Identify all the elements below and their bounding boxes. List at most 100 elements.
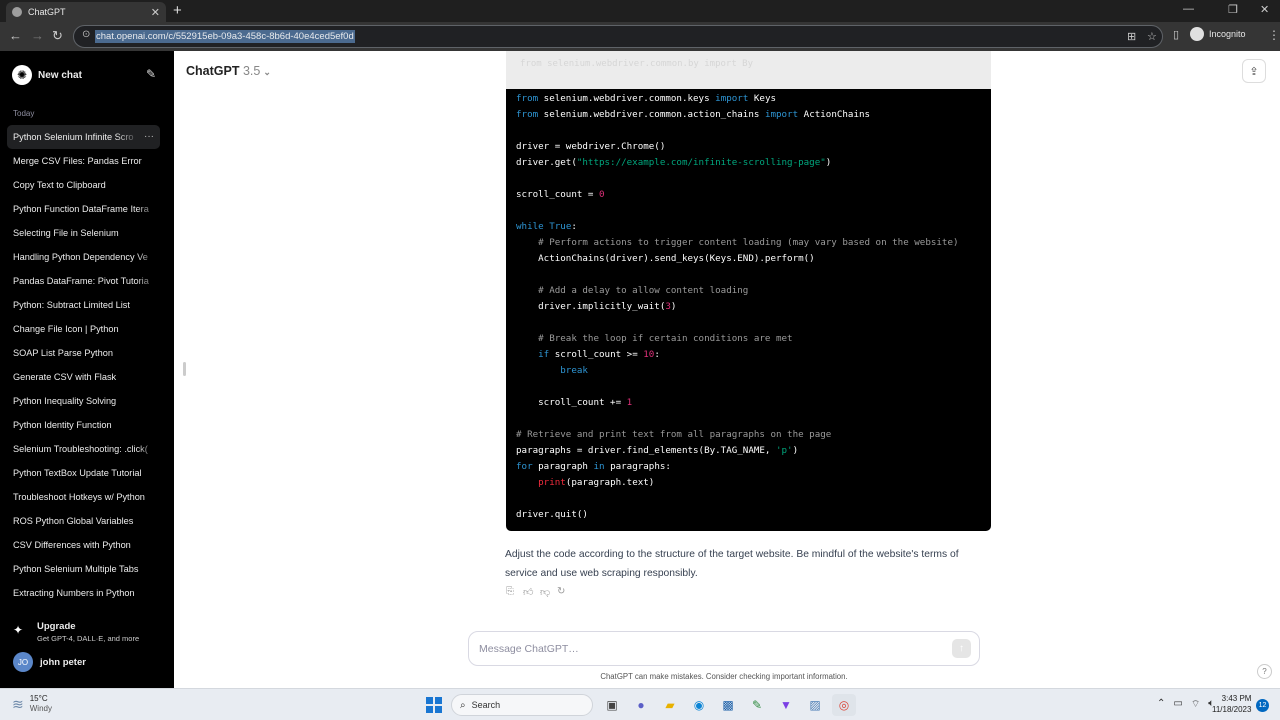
- notepad-icon[interactable]: ✎: [745, 694, 769, 716]
- upgrade-button[interactable]: ✦ Upgrade Get GPT-4, DALL·E, and more: [13, 621, 139, 643]
- sparkle-icon: ✦: [13, 623, 24, 637]
- sidebar-item-label: Change File Icon | Python: [13, 324, 119, 334]
- store-icon[interactable]: ▩: [716, 694, 740, 716]
- model-selector[interactable]: ChatGPT 3.5 ⌄: [186, 64, 271, 78]
- code-line: # Retrieve and print text from all parag…: [516, 427, 981, 443]
- sidebar-item[interactable]: Pandas DataFrame: Pivot Tutoria: [7, 269, 160, 293]
- sidebar-item[interactable]: Selecting File in Selenium: [7, 221, 160, 245]
- openai-logo-icon: ✺: [12, 65, 32, 85]
- sidebar-item[interactable]: Handling Python Dependency Ve: [7, 245, 160, 269]
- code-token: :: [654, 349, 660, 360]
- new-tab-button[interactable]: +: [173, 2, 182, 19]
- sidebar-item-label: Python Function DataFrame Itera: [13, 204, 149, 214]
- chevron-up-icon[interactable]: ⌃: [1157, 698, 1165, 711]
- code-token: break: [560, 365, 588, 376]
- browser-tab-strip: ChatGPT ✕ + — ❐ ✕: [0, 0, 1280, 22]
- notification-badge[interactable]: 12: [1256, 699, 1269, 712]
- browser-tab[interactable]: ChatGPT ✕: [6, 2, 166, 22]
- sidebar-item[interactable]: Python Identity Function: [7, 413, 160, 437]
- sidebar-resize-handle[interactable]: [183, 362, 186, 376]
- file-explorer-icon[interactable]: ▰: [658, 694, 682, 716]
- sidebar-item[interactable]: CSV Differences with Python: [7, 533, 160, 557]
- sidebar-item-label: Python Selenium Multiple Tabs: [13, 564, 139, 574]
- sidebar-item[interactable]: Python: Subtract Limited List: [7, 293, 160, 317]
- code-block: from selenium.webdriver.common.keys impo…: [506, 89, 991, 531]
- minimize-button[interactable]: —: [1183, 3, 1194, 15]
- sidebar-item[interactable]: Change File Icon | Python: [7, 317, 160, 341]
- window-close-button[interactable]: ✕: [1260, 3, 1269, 16]
- chrome-icon[interactable]: ◎: [832, 694, 856, 716]
- weather-widget[interactable]: ≋ 15°C Windy: [12, 694, 52, 714]
- browser-toolbar: ← → ↻ ⊙ chat.openai.com/c/552915eb-09a3-…: [0, 22, 1280, 51]
- thumbs-up-icon[interactable]: 👍︎: [523, 586, 540, 600]
- code-line: from selenium.webdriver.common.action_ch…: [516, 107, 981, 123]
- sidebar-item[interactable]: Python TextBox Update Tutorial: [7, 461, 160, 485]
- teams-icon[interactable]: ●: [629, 694, 653, 716]
- app-icon[interactable]: ▼: [774, 694, 798, 716]
- thumbs-down-icon[interactable]: 👎︎: [540, 586, 557, 600]
- message-input[interactable]: [479, 641, 939, 657]
- help-button[interactable]: ?: [1257, 664, 1272, 679]
- install-app-icon[interactable]: ⊞: [1127, 30, 1136, 43]
- sidebar-item[interactable]: Copy Text to Clipboard: [7, 173, 160, 197]
- back-icon[interactable]: ←: [9, 28, 22, 43]
- code-line: print(paragraph.text): [516, 475, 981, 491]
- network-icon[interactable]: ▭: [1173, 698, 1182, 711]
- new-chat-button[interactable]: ✺ New chat ✎: [6, 61, 162, 89]
- wifi-icon[interactable]: ⌔: [1191, 698, 1200, 711]
- code-token: import: [715, 93, 749, 104]
- sidebar-item[interactable]: Python Selenium Multiple Tabs: [7, 557, 160, 581]
- address-bar[interactable]: ⊙ chat.openai.com/c/552915eb-09a3-458c-8…: [73, 25, 1163, 48]
- copy-icon[interactable]: ⎘: [506, 586, 523, 600]
- code-token: scroll_count +=: [516, 397, 627, 408]
- url-text[interactable]: chat.openai.com/c/552915eb-09a3-458c-8b6…: [95, 30, 355, 43]
- send-button[interactable]: ↑: [952, 639, 971, 658]
- sidebar-item-label: Selenium Troubleshooting: .click(: [13, 444, 148, 454]
- sidebar-item[interactable]: Troubleshoot Hotkeys w/ Python: [7, 485, 160, 509]
- reload-icon[interactable]: ↻: [52, 28, 63, 44]
- sidebar-item[interactable]: Python Function DataFrame Itera: [7, 197, 160, 221]
- sidebar-item[interactable]: ROS Python Global Variables: [7, 509, 160, 533]
- user-name: john peter: [40, 656, 86, 668]
- taskbar-search[interactable]: ⌕ Search: [451, 694, 593, 716]
- code-line: paragraphs = driver.find_elements(By.TAG…: [516, 443, 981, 459]
- sidebar-item[interactable]: Python Selenium Infinite Scro ···: [7, 125, 160, 149]
- sidebar-item[interactable]: Python Inequality Solving: [7, 389, 160, 413]
- user-menu[interactable]: JO john peter: [13, 652, 86, 672]
- sidebar-item[interactable]: Generate CSV with Flask: [7, 365, 160, 389]
- task-view-icon[interactable]: ▣: [600, 694, 624, 716]
- sidebar-item[interactable]: SOAP List Parse Python: [7, 341, 160, 365]
- sidebar-item[interactable]: Merge CSV Files: Pandas Error: [7, 149, 160, 173]
- incognito-label: Incognito: [1209, 29, 1246, 39]
- sidebar-item[interactable]: Extracting Numbers in Python: [7, 581, 160, 605]
- regenerate-icon[interactable]: ↻: [557, 586, 574, 600]
- code-token: selenium.webdriver.common.keys: [538, 93, 716, 104]
- start-button[interactable]: [426, 697, 442, 713]
- share-button[interactable]: ⇪: [1242, 59, 1266, 83]
- sidebar-item-label: Copy Text to Clipboard: [13, 180, 106, 190]
- avatar: JO: [13, 652, 33, 672]
- more-options-icon[interactable]: ···: [144, 125, 154, 149]
- sidebar-item[interactable]: Selenium Troubleshooting: .click(: [7, 437, 160, 461]
- tab-close-icon[interactable]: ✕: [151, 6, 160, 19]
- browser-menu-icon[interactable]: ⋮: [1268, 28, 1280, 42]
- sidebar-item-label: ROS Python Global Variables: [13, 516, 134, 526]
- photos-icon[interactable]: ▨: [803, 694, 827, 716]
- taskbar-apps: ▣ ● ▰ ◉ ▩ ✎ ▼ ▨ ◎: [600, 694, 861, 716]
- forward-icon[interactable]: →: [31, 28, 44, 43]
- code-token: # Break the loop if certain conditions a…: [538, 333, 793, 344]
- code-token: driver.implicitly_wait(: [516, 301, 666, 312]
- maximize-button[interactable]: ❐: [1228, 3, 1238, 16]
- system-tray: ⌃ ▭ ⌔ 🔈︎: [1157, 698, 1214, 711]
- code-token: if: [538, 349, 550, 360]
- taskbar-clock[interactable]: 3:43 PM 11/18/2023: [1212, 693, 1251, 715]
- bookmark-star-icon[interactable]: ☆: [1147, 30, 1157, 43]
- edge-icon[interactable]: ◉: [687, 694, 711, 716]
- side-panel-icon[interactable]: ▯: [1173, 28, 1179, 41]
- site-info-icon[interactable]: ⊙: [82, 29, 90, 40]
- edit-icon[interactable]: ✎: [146, 67, 156, 81]
- incognito-indicator[interactable]: Incognito: [1190, 27, 1246, 41]
